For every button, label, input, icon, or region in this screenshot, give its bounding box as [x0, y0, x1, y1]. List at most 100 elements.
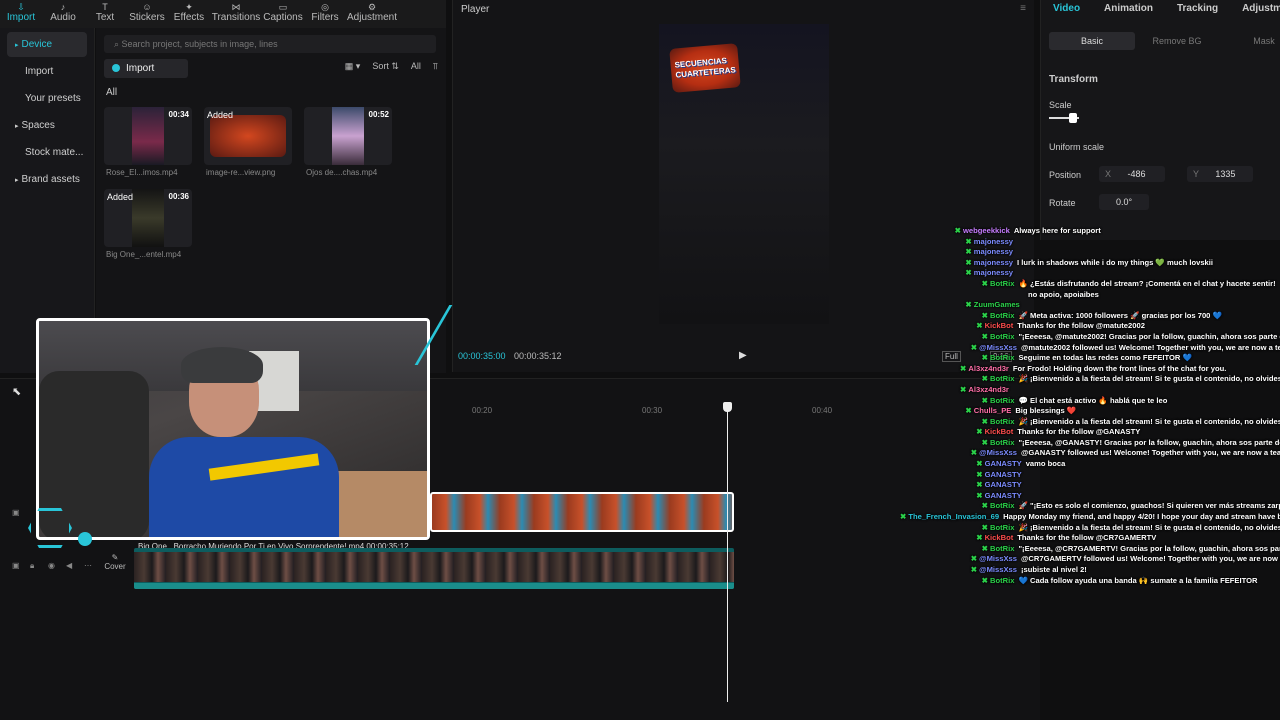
sidebar-item-device[interactable]: ▸ Device	[7, 32, 87, 57]
added-badge: Added	[107, 192, 134, 202]
section-label: All	[106, 87, 118, 98]
playhead-handle[interactable]	[723, 402, 732, 412]
sidebar-item-brand-assets[interactable]: ▸ Brand assets	[7, 167, 87, 192]
subtab-remove-bg[interactable]: Remove BG	[1139, 32, 1215, 50]
sidebar-item-import[interactable]: Import	[7, 59, 87, 84]
chat-username: Al3xz4nd3r	[968, 384, 1009, 394]
chat-badge-icon: ✖	[976, 321, 983, 331]
media-card[interactable]: 00:52	[304, 107, 392, 165]
toolbar-adjustment[interactable]: ⚙ Adjustment	[346, 3, 398, 28]
overlay-clip[interactable]	[430, 492, 734, 532]
chat-text: Big blessings ❤️	[1015, 406, 1077, 416]
rotate-field[interactable]: 0.0°	[1099, 194, 1149, 210]
streamer	[149, 341, 349, 537]
tab-adjustment[interactable]: Adjustment	[1234, 1, 1280, 17]
view-toggle-icon[interactable]: ▦ ▾	[345, 61, 361, 72]
scale-slider-handle[interactable]	[1069, 113, 1077, 123]
media-card[interactable]: 00:34	[104, 107, 192, 165]
toolbar-text[interactable]: T Text	[84, 3, 126, 28]
subtab-mask[interactable]: Mask	[1249, 32, 1279, 50]
chat-username: BotRix	[989, 395, 1015, 405]
chat-message: ✖ Chulls_PE Big blessings ❤️	[900, 406, 1280, 417]
chat-message: ✖ BotRix 🚀 "¡Esto es solo el comienzo, gua…	[900, 501, 1280, 512]
chat-badge-icon: ✖	[970, 342, 978, 352]
chat-message: ✖ BotRix 🎉 ¡Bienvenido a la fiesta del str…	[900, 374, 1280, 385]
tab-tracking[interactable]: Tracking	[1169, 1, 1226, 17]
menu-icon[interactable]: ≡	[1020, 3, 1026, 14]
position-x-field[interactable]: X -486	[1099, 166, 1165, 182]
audio-icon[interactable]: ◀	[66, 561, 72, 570]
sidebar-item-your-presets[interactable]: Your presets	[7, 86, 87, 111]
play-icon[interactable]: ▶	[739, 350, 747, 361]
chat-message: ✖ KickBot Thanks for the follow @GANASTY	[900, 427, 1280, 438]
media-filename: Ojos de....chas.mp4	[306, 168, 378, 177]
chat-message: ✖ majonessy	[900, 268, 1280, 279]
tab-animation[interactable]: Animation	[1096, 1, 1161, 17]
chat-badge-icon: ✖	[965, 257, 972, 267]
sort-button[interactable]: Sort ⇅	[372, 61, 399, 72]
chat-username: GANASTY	[984, 490, 1022, 500]
main-video-clip[interactable]	[134, 548, 734, 589]
x-label: X	[1105, 169, 1112, 179]
chat-message: ✖ KickBot Thanks for the follow @matute200…	[900, 321, 1280, 332]
chat-message: ✖ @MissXss ¡subiste al nivel 2!	[900, 565, 1280, 576]
import-button[interactable]: Import	[104, 59, 188, 78]
cover-button[interactable]: ✎ Cover	[100, 553, 130, 578]
sidebar-item-label: Your presets	[25, 93, 81, 104]
video-preview[interactable]: SECUENCIAS CUARTETERAS	[659, 24, 829, 324]
playhead[interactable]	[727, 402, 728, 702]
sidebar-item-label: Spaces	[21, 120, 55, 131]
chat-text: @CR7GAMERTV followed us! Welcome! Togeth…	[1020, 554, 1280, 564]
chat-badge-icon: ✖	[981, 543, 988, 553]
media-filename: Big One_...entel.mp4	[106, 250, 182, 259]
toolbar-audio[interactable]: ♪ Audio	[42, 3, 84, 28]
effects-icon: ✦	[185, 2, 193, 12]
toolbar-effects[interactable]: ✦ Effects	[168, 3, 210, 28]
toolbar-transitions[interactable]: ⋈ Transitions	[210, 3, 262, 28]
chat-badge-icon: ✖	[981, 416, 988, 426]
sidebar-item-spaces[interactable]: ▸ Spaces	[7, 113, 87, 138]
chat-badge-icon: ✖	[981, 331, 988, 341]
track-icon[interactable]: ▣	[12, 561, 20, 570]
filter-all-button[interactable]: All	[411, 61, 421, 72]
toolbar-import[interactable]: ⇩ Import	[0, 3, 42, 28]
import-label: Import	[126, 63, 155, 74]
chat-badge-icon: ✖	[970, 448, 978, 458]
chat-badge-icon: ✖	[965, 268, 972, 278]
media-card[interactable]: Added	[204, 107, 292, 165]
sidebar-item-label: Brand assets	[21, 174, 80, 185]
chat-message: ✖ BotRix 💬 El chat está activo 🔥 hablá que…	[900, 396, 1280, 407]
tab-video[interactable]: Video	[1045, 1, 1088, 17]
toolbar-captions[interactable]: ▭ Captions	[262, 3, 304, 28]
clip-audio-strip	[134, 583, 734, 589]
sidebar-item-stock-mate-[interactable]: Stock mate...	[7, 140, 87, 165]
toolbar-label: Adjustment	[346, 12, 398, 23]
position-y-field[interactable]: Y 1335	[1187, 166, 1253, 182]
track-icon[interactable]: ▣	[12, 508, 20, 517]
toolbar-stickers[interactable]: ☺ Stickers	[126, 3, 168, 28]
chat-text: no apoio, apoiaibes	[1028, 289, 1099, 299]
visibility-icon[interactable]: ◉	[48, 561, 55, 570]
chat-badge-icon: ✖	[981, 522, 988, 532]
chat-username: BotRix	[989, 416, 1015, 426]
sidebar-item-label: Device	[21, 39, 53, 50]
chat-badge-icon: ✖	[976, 469, 983, 479]
subtab-basic[interactable]: Basic	[1049, 32, 1135, 50]
chat-username: BotRix	[989, 575, 1015, 585]
media-card[interactable]: 00:36 Added	[104, 189, 192, 247]
toolbar-filters[interactable]: ◎ Filters	[304, 3, 346, 28]
chat-username: BotRix	[989, 522, 1015, 532]
ruler-tick: 00:40	[812, 406, 833, 415]
select-tool-icon[interactable]: ⬉	[12, 385, 21, 398]
chat-username: ZuumGames	[973, 300, 1020, 310]
more-icon[interactable]: ⋯	[84, 561, 92, 570]
search-input[interactable]: ⌕ Search project, subjects in image, lin…	[104, 35, 436, 53]
webcam-overlay	[36, 318, 430, 540]
uniform-scale-label: Uniform scale	[1049, 142, 1105, 152]
transitions-icon: ⋈	[231, 2, 241, 12]
lock-icon[interactable]: 🔒︎	[30, 561, 34, 571]
sidebar-item-label: Stock mate...	[25, 147, 84, 158]
filter-icon[interactable]: ⫪	[433, 61, 438, 72]
chat-message: ✖ @MissXss @CR7GAMERTV followed us! Welcom…	[900, 554, 1280, 565]
chat-text: 🚀 Meta activa: 1000 followers 🚀 gracias …	[1018, 310, 1222, 320]
